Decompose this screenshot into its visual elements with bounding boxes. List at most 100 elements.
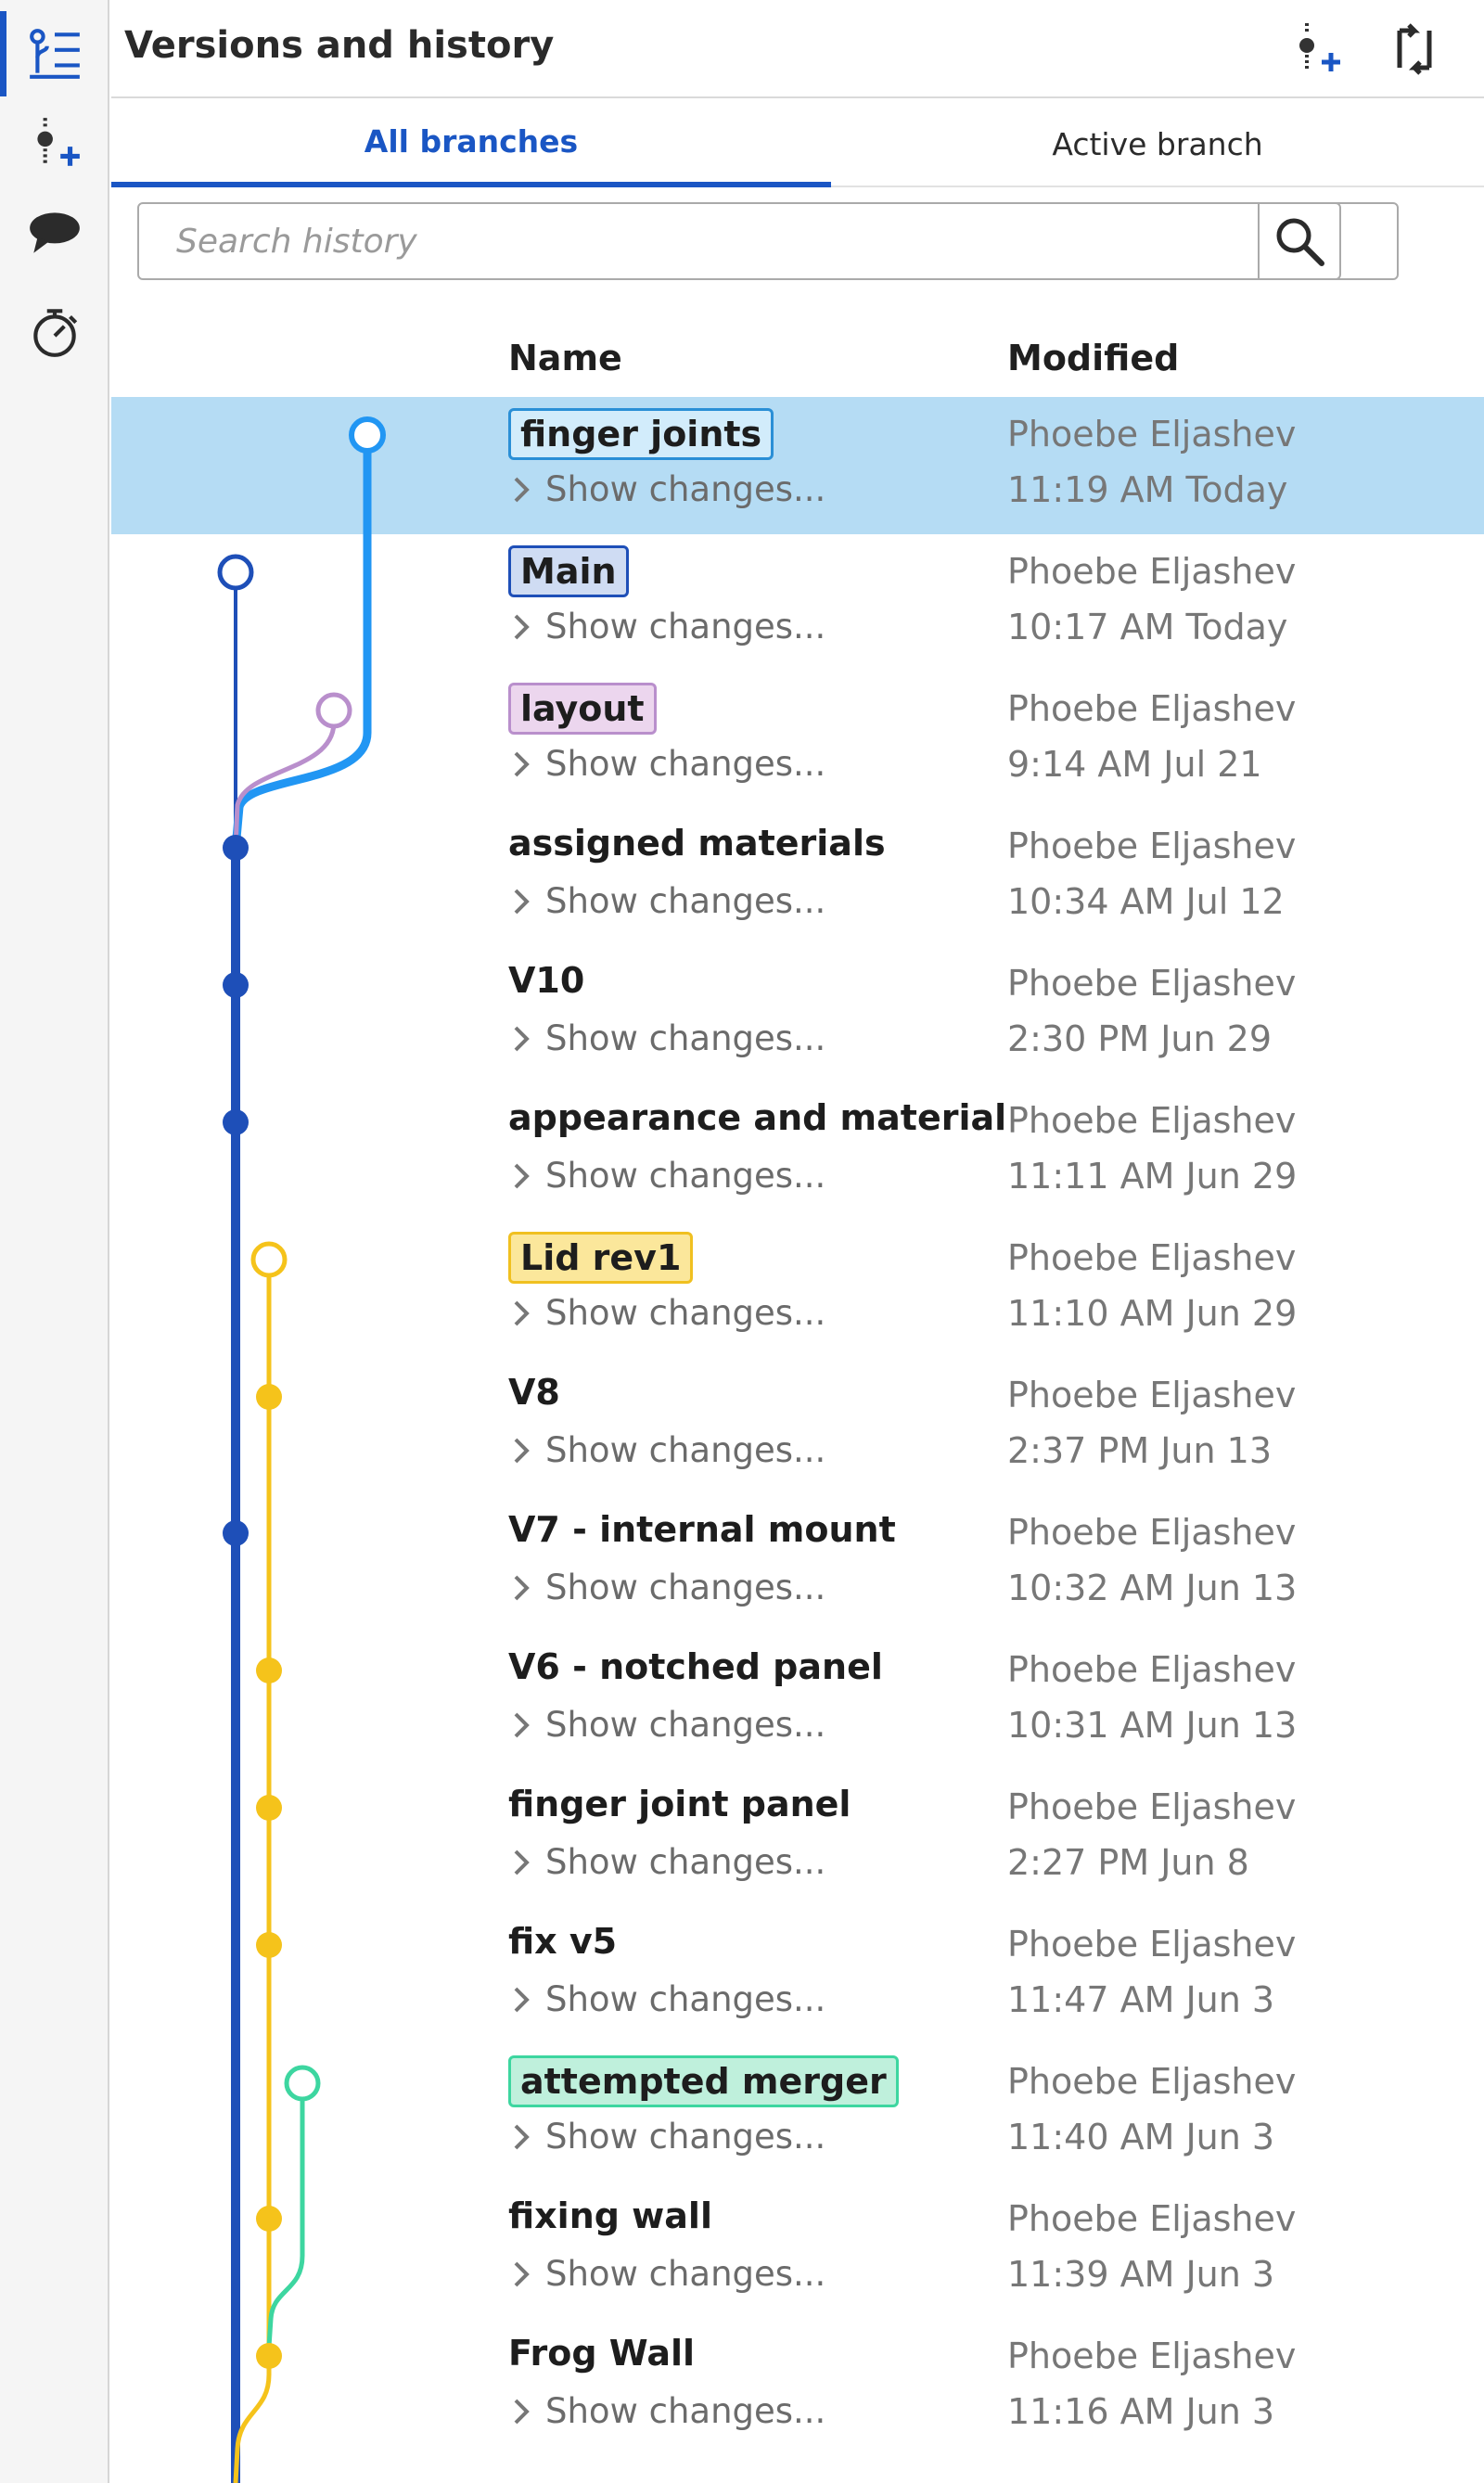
modified-by: Phoebe Eljashev — [1007, 1237, 1297, 1278]
create-version-rail-button[interactable] — [0, 96, 109, 189]
search-icon — [1276, 218, 1324, 266]
history-row[interactable]: appearance and material Show changes... Ph… — [111, 1083, 1484, 1221]
chevron-right-icon — [514, 889, 530, 914]
search-input[interactable] — [139, 204, 1232, 278]
chevron-right-icon — [514, 1300, 530, 1325]
comments-icon — [30, 212, 80, 253]
show-changes-label: Show changes... — [545, 469, 826, 509]
show-changes-label: Show changes... — [545, 1979, 826, 2019]
history-row[interactable]: Main Show changes... Phoebe Eljashev 10:17 … — [111, 534, 1484, 672]
version-name: V7 - internal mount — [508, 1509, 896, 1550]
chevron-right-icon — [514, 2124, 530, 2149]
chevron-right-icon — [514, 1575, 530, 1600]
show-changes-toggle[interactable]: Show changes... — [508, 1568, 825, 1607]
versions-history-icon — [30, 29, 80, 79]
show-changes-label: Show changes... — [545, 1018, 826, 1058]
history-row[interactable]: V7 - internal mount Show changes... Phoebe… — [111, 1495, 1484, 1632]
modified-time: 11:40 AM Jun 3 — [1007, 2117, 1275, 2157]
show-changes-toggle[interactable]: Show changes... — [508, 1156, 825, 1196]
show-changes-toggle[interactable]: Show changes... — [508, 2117, 825, 2157]
history-row[interactable]: finger joint panel Show changes... Phoebe … — [111, 1770, 1484, 1907]
modified-time: 11:11 AM Jun 29 — [1007, 1156, 1298, 1197]
history-row[interactable]: Frog Wall Show changes... Phoebe Eljashev 1… — [111, 2319, 1484, 2456]
version-name: V10 — [508, 960, 585, 1001]
modified-time: 10:17 AM Today — [1007, 607, 1288, 647]
chevron-right-icon — [514, 1163, 530, 1188]
version-name: finger joints — [508, 408, 774, 460]
modified-by: Phoebe Eljashev — [1007, 826, 1297, 866]
history-row[interactable]: V6 - notched panel Show changes... Phoebe … — [111, 1632, 1484, 1770]
show-changes-label: Show changes... — [545, 2117, 826, 2157]
show-changes-toggle[interactable]: Show changes... — [508, 1430, 825, 1470]
modified-by: Phoebe Eljashev — [1007, 2198, 1297, 2239]
modified-by: Phoebe Eljashev — [1007, 1512, 1297, 1553]
create-version-icon — [37, 118, 80, 166]
history-row[interactable]: attempted merger Show changes... Phoebe El… — [111, 2044, 1484, 2182]
modified-time: 10:32 AM Jun 13 — [1007, 1568, 1298, 1608]
timer-icon — [33, 309, 78, 357]
branch-tabs: All branches Active branch — [111, 100, 1484, 187]
column-header-name: Name — [508, 338, 622, 378]
create-version-button[interactable] — [1284, 17, 1349, 82]
version-name: Lid rev1 — [508, 1232, 694, 1284]
versions-history-rail-button[interactable] — [0, 7, 109, 100]
chevron-right-icon — [514, 1026, 530, 1051]
panel-title: Versions and history — [124, 24, 555, 67]
chevron-right-icon — [514, 1712, 530, 1737]
history-row[interactable]: Lid rev1 Show changes... Phoebe Eljashev 11… — [111, 1221, 1484, 1358]
show-changes-toggle[interactable]: Show changes... — [508, 744, 825, 784]
show-changes-toggle[interactable]: Show changes... — [508, 2254, 825, 2294]
history-row[interactable]: layout Show changes... Phoebe Eljashev 9:14… — [111, 672, 1484, 809]
search-button[interactable] — [1258, 202, 1341, 280]
chevron-right-icon — [514, 477, 530, 502]
modified-by: Phoebe Eljashev — [1007, 1786, 1297, 1827]
show-changes-toggle[interactable]: Show changes... — [508, 1842, 825, 1882]
show-changes-toggle[interactable]: Show changes... — [508, 469, 825, 509]
modified-time: 10:34 AM Jul 12 — [1007, 881, 1285, 922]
modified-by: Phoebe Eljashev — [1007, 551, 1297, 592]
panel-header: Versions and history — [111, 0, 1484, 98]
show-changes-label: Show changes... — [545, 1430, 826, 1470]
show-changes-label: Show changes... — [545, 1156, 826, 1196]
show-changes-toggle[interactable]: Show changes... — [508, 1979, 825, 2019]
tab-all-branches[interactable]: All branches — [111, 100, 831, 187]
version-name: finger joint panel — [508, 1784, 851, 1824]
show-changes-toggle[interactable]: Show changes... — [508, 1293, 825, 1333]
comments-rail-button[interactable] — [0, 186, 109, 278]
version-name: Frog Wall — [508, 2333, 696, 2374]
branch-compare-button[interactable] — [1382, 17, 1447, 82]
left-rail — [0, 0, 109, 2483]
modified-by: Phoebe Eljashev — [1007, 1649, 1297, 1690]
chevron-right-icon — [514, 614, 530, 639]
show-changes-label: Show changes... — [545, 1705, 826, 1745]
timer-rail-button[interactable] — [0, 286, 109, 378]
show-changes-label: Show changes... — [545, 744, 826, 784]
chevron-right-icon — [514, 751, 530, 776]
modified-time: 11:10 AM Jun 29 — [1007, 1293, 1298, 1334]
show-changes-label: Show changes... — [545, 1293, 826, 1333]
history-row[interactable]: V8 Show changes... Phoebe Eljashev 2:37 PM … — [111, 1358, 1484, 1495]
history-row[interactable]: V10 Show changes... Phoebe Eljashev 2:30 PM… — [111, 946, 1484, 1083]
search-box — [137, 202, 1399, 280]
modified-time: 11:47 AM Jun 3 — [1007, 1979, 1275, 2020]
history-row[interactable]: assigned materials Show changes... Phoebe … — [111, 809, 1484, 946]
version-name: Main — [508, 545, 629, 597]
modified-by: Phoebe Eljashev — [1007, 1100, 1297, 1141]
history-row[interactable]: finger joints Show changes... Phoebe Eljas… — [111, 397, 1484, 534]
history-row[interactable]: fix v5 Show changes... Phoebe Eljashev 11:4… — [111, 1907, 1484, 2044]
modified-by: Phoebe Eljashev — [1007, 414, 1297, 454]
modified-time: 10:31 AM Jun 13 — [1007, 1705, 1298, 1746]
show-changes-toggle[interactable]: Show changes... — [508, 1018, 825, 1058]
show-changes-toggle[interactable]: Show changes... — [508, 607, 825, 646]
show-changes-toggle[interactable]: Show changes... — [508, 881, 825, 921]
branch-compare-icon — [1397, 23, 1432, 75]
version-name: fixing wall — [508, 2195, 712, 2236]
tab-active-branch[interactable]: Active branch — [831, 100, 1484, 187]
version-name: fix v5 — [508, 1921, 618, 1962]
chevron-right-icon — [514, 1987, 530, 2012]
show-changes-label: Show changes... — [545, 1842, 826, 1882]
show-changes-toggle[interactable]: Show changes... — [508, 2391, 825, 2431]
history-row[interactable]: fixing wall Show changes... Phoebe Eljashe… — [111, 2182, 1484, 2319]
show-changes-toggle[interactable]: Show changes... — [508, 1705, 825, 1745]
version-name: assigned materials — [508, 823, 886, 864]
